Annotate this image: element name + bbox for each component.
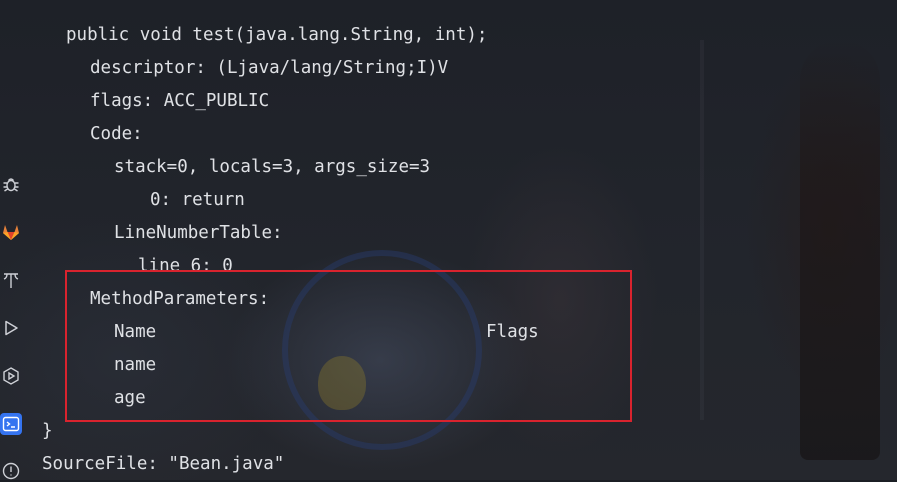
gitlab-button[interactable]: [0, 221, 22, 243]
services-icon: [1, 366, 21, 386]
problems-icon: [1, 461, 21, 481]
run-icon: [1, 318, 21, 338]
gitlab-icon: [1, 222, 21, 242]
stack-line: stack=0, locals=3, args_size=3: [114, 157, 431, 177]
tool-window-rail: [0, 160, 26, 480]
line-number-table-label: LineNumberTable:: [114, 223, 283, 243]
build-tools-icon: [1, 270, 21, 290]
descriptor-line: descriptor: (Ljava/lang/String;I)V: [90, 58, 449, 78]
build-tools-button[interactable]: [0, 269, 22, 291]
flags-line: flags: ACC_PUBLIC: [90, 91, 270, 111]
closing-brace: }: [42, 421, 53, 441]
method-signature: public void test(java.lang.String, int);: [66, 25, 488, 45]
services-button[interactable]: [0, 365, 22, 387]
source-file-line: SourceFile: "Bean.java": [42, 454, 285, 474]
terminal-button[interactable]: [0, 413, 22, 435]
wallpaper-stripe: [700, 40, 704, 420]
problems-button[interactable]: [0, 460, 22, 482]
wallpaper-figure: [800, 40, 880, 460]
instruction-line: 0: return: [150, 190, 245, 210]
code-label: Code:: [90, 124, 143, 144]
terminal-icon: [2, 415, 20, 433]
run-button[interactable]: [0, 317, 22, 339]
bug-icon: [1, 174, 21, 194]
annotation-highlight-box: [65, 270, 632, 422]
debug-button[interactable]: [0, 173, 22, 195]
